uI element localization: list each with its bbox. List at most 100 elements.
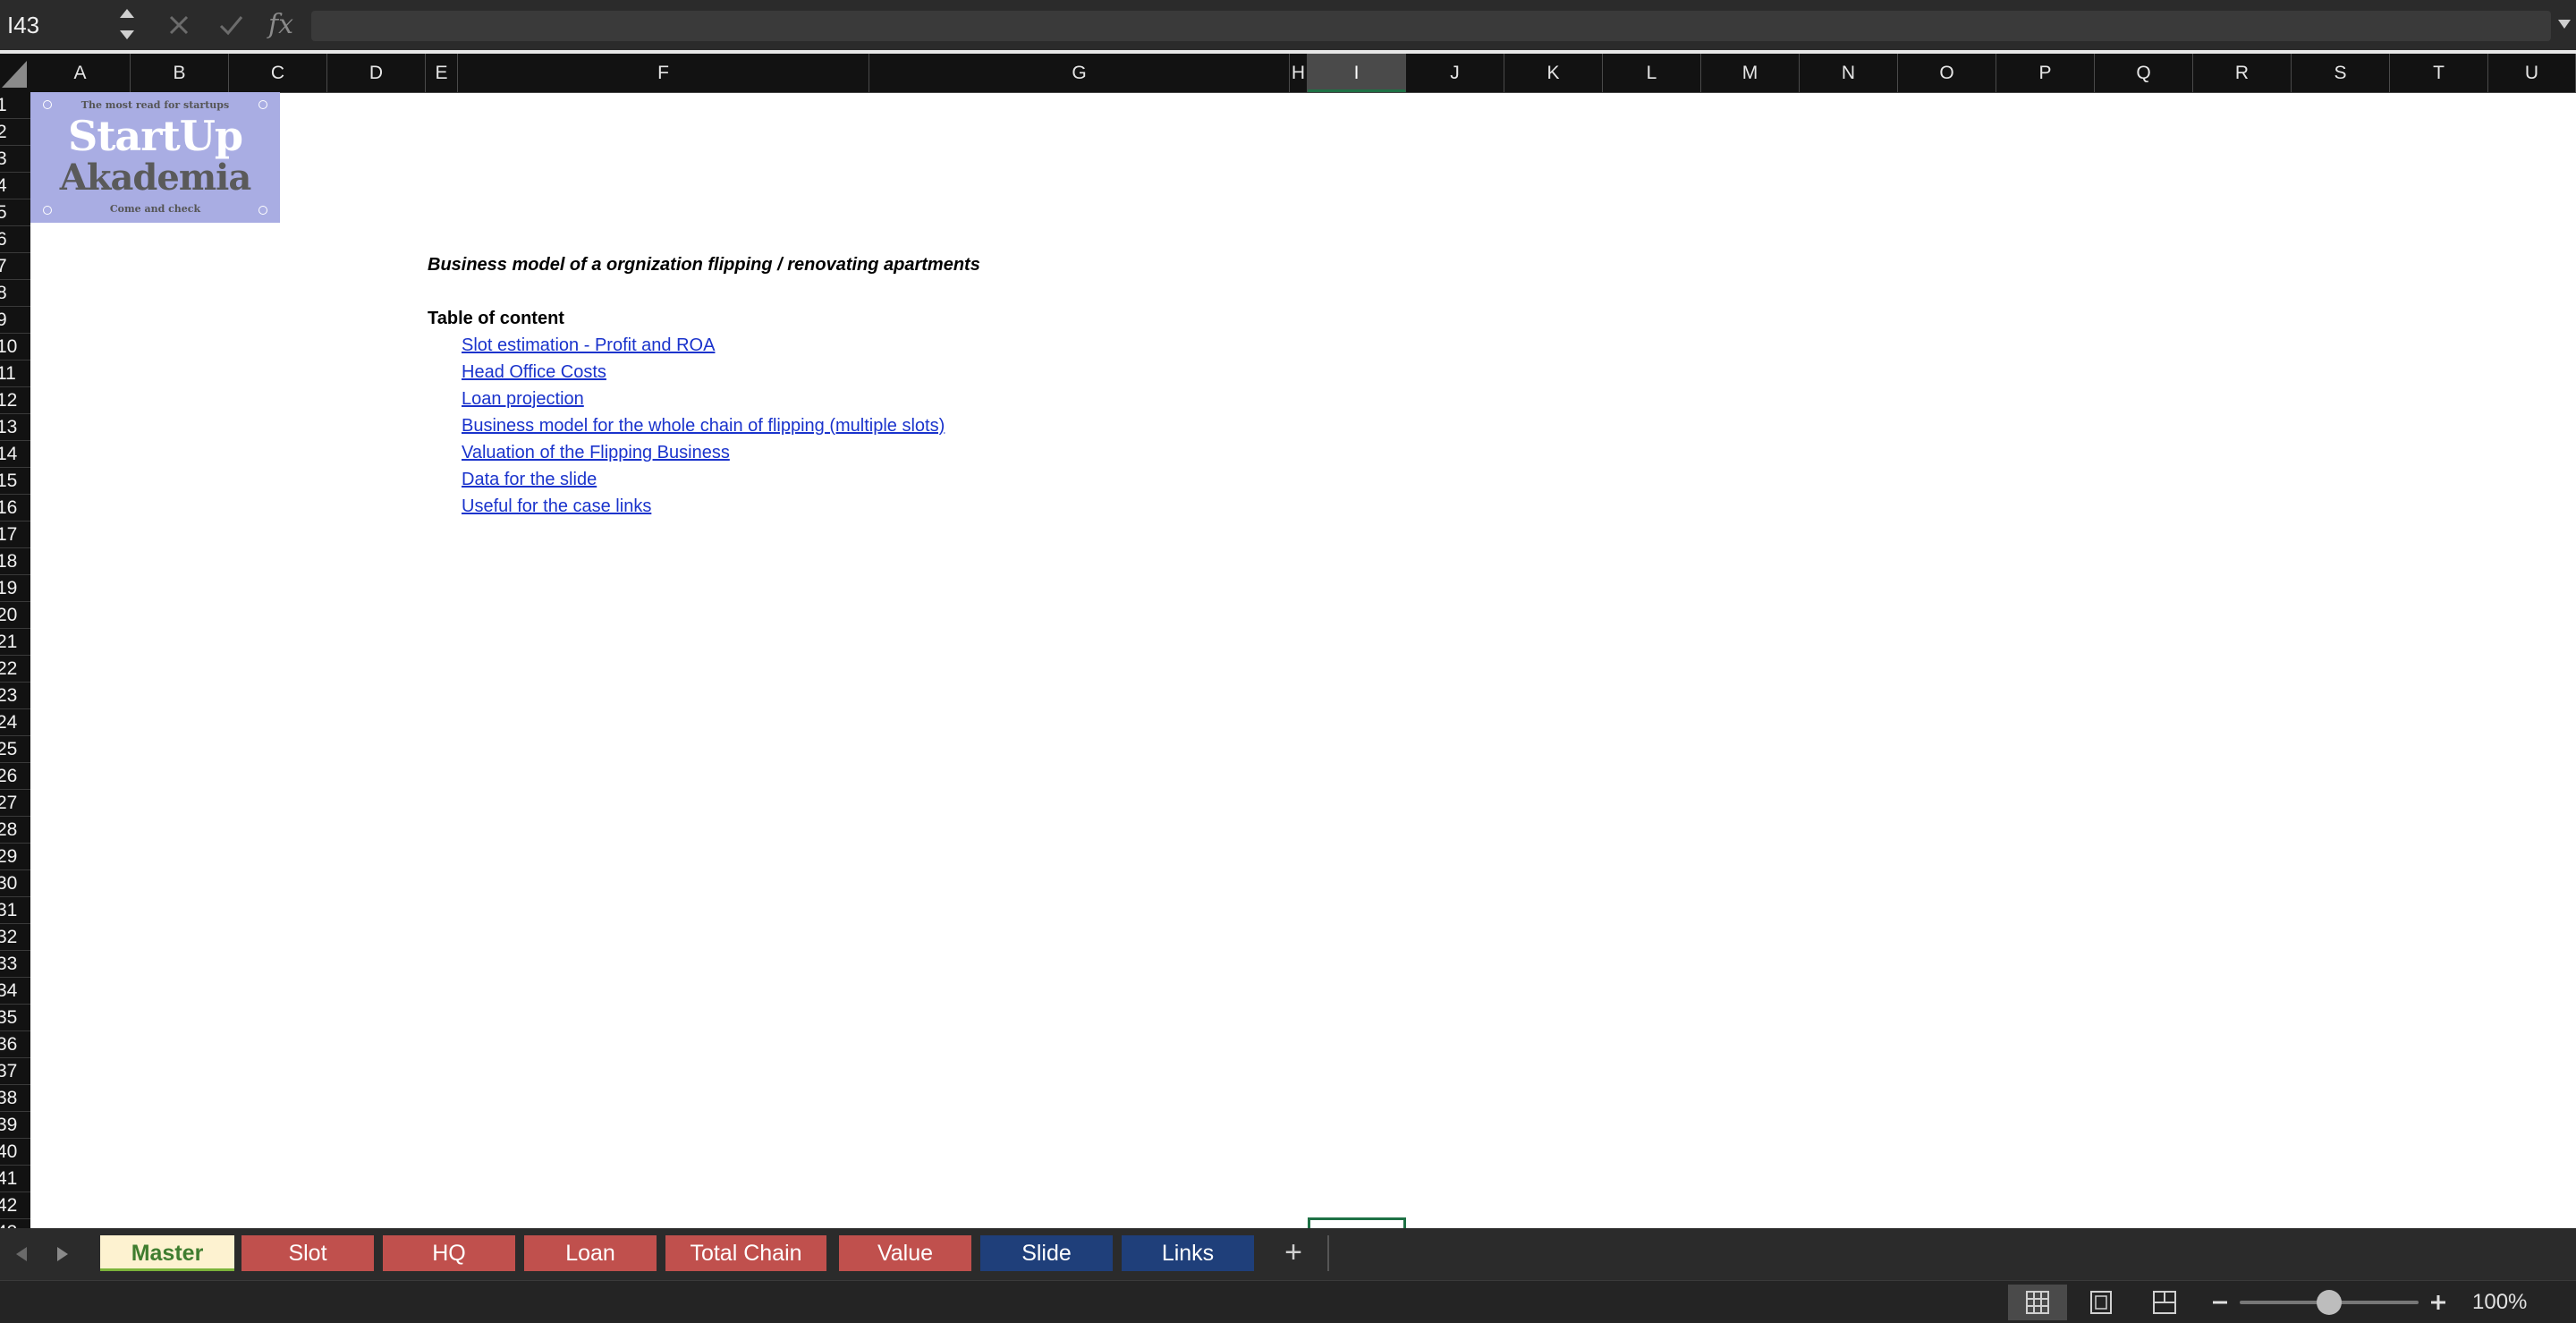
- toc-link-valuation[interactable]: Valuation of the Flipping Business: [462, 443, 730, 463]
- sheet-tab-slot[interactable]: Slot: [242, 1235, 374, 1271]
- row-header-7[interactable]: 7: [0, 253, 30, 280]
- row-header-2[interactable]: 2: [0, 119, 30, 146]
- toc-link-loan[interactable]: Loan projection: [462, 389, 584, 410]
- row-header-39[interactable]: 39: [0, 1112, 30, 1139]
- insert-function-icon[interactable]: fx: [268, 5, 304, 45]
- toc-heading[interactable]: Table of content: [428, 309, 564, 329]
- page-layout-icon[interactable]: [2072, 1285, 2131, 1320]
- row-header-18[interactable]: 18: [0, 548, 30, 575]
- expand-formula-bar-icon[interactable]: [2556, 16, 2572, 32]
- row-header-32[interactable]: 32: [0, 924, 30, 951]
- startup-akademia-logo[interactable]: The most read for startups StartUp Akade…: [30, 92, 280, 223]
- zoom-in-icon[interactable]: [2428, 1292, 2449, 1313]
- toc-link-slot[interactable]: Slot estimation - Profit and ROA: [462, 335, 715, 356]
- row-header-13[interactable]: 13: [0, 414, 30, 441]
- row-header-4[interactable]: 4: [0, 173, 30, 199]
- formula-input[interactable]: [311, 11, 2551, 41]
- sheet-tab-slide[interactable]: Slide: [980, 1235, 1113, 1271]
- row-header-9[interactable]: 9: [0, 307, 30, 334]
- row-header-10[interactable]: 10: [0, 334, 30, 360]
- row-header-41[interactable]: 41: [0, 1166, 30, 1192]
- column-header-c[interactable]: C: [229, 54, 327, 92]
- row-header-6[interactable]: 6: [0, 226, 30, 253]
- sheet-tab-loan[interactable]: Loan: [524, 1235, 657, 1271]
- sheet-tab-links[interactable]: Links: [1122, 1235, 1254, 1271]
- column-header-d[interactable]: D: [327, 54, 426, 92]
- next-sheet-icon[interactable]: [52, 1244, 72, 1264]
- row-header-16[interactable]: 16: [0, 495, 30, 522]
- row-header-37[interactable]: 37: [0, 1058, 30, 1085]
- row-header-12[interactable]: 12: [0, 387, 30, 414]
- document-title[interactable]: Business model of a orgnization flipping…: [428, 255, 980, 276]
- column-header-s[interactable]: S: [2292, 54, 2390, 92]
- row-header-27[interactable]: 27: [0, 790, 30, 817]
- row-header-22[interactable]: 22: [0, 656, 30, 683]
- row-header-34[interactable]: 34: [0, 978, 30, 1005]
- toc-link-slide-data[interactable]: Data for the slide: [462, 470, 597, 490]
- column-header-r[interactable]: R: [2193, 54, 2292, 92]
- row-header-42[interactable]: 42: [0, 1192, 30, 1219]
- row-header-8[interactable]: 8: [0, 280, 30, 307]
- row-header-29[interactable]: 29: [0, 844, 30, 870]
- column-header-m[interactable]: M: [1701, 54, 1800, 92]
- zoom-out-icon[interactable]: [2209, 1292, 2231, 1313]
- row-header-5[interactable]: 5: [0, 199, 30, 226]
- row-header-25[interactable]: 25: [0, 736, 30, 763]
- normal-view-icon[interactable]: [2008, 1285, 2067, 1320]
- sheet-tab-hq[interactable]: HQ: [383, 1235, 515, 1271]
- column-header-t[interactable]: T: [2390, 54, 2488, 92]
- toc-link-total-chain[interactable]: Business model for the whole chain of fl…: [462, 416, 945, 437]
- sheet-tab-total-chain[interactable]: Total Chain: [665, 1235, 826, 1271]
- row-header-33[interactable]: 33: [0, 951, 30, 978]
- column-header-k[interactable]: K: [1504, 54, 1603, 92]
- row-header-30[interactable]: 30: [0, 870, 30, 897]
- row-header-35[interactable]: 35: [0, 1005, 30, 1031]
- column-header-i[interactable]: I: [1308, 54, 1406, 92]
- cancel-icon[interactable]: [163, 9, 195, 41]
- row-header-28[interactable]: 28: [0, 817, 30, 844]
- row-header-3[interactable]: 3: [0, 146, 30, 173]
- row-header-14[interactable]: 14: [0, 441, 30, 468]
- row-header-20[interactable]: 20: [0, 602, 30, 629]
- row-header-15[interactable]: 15: [0, 468, 30, 495]
- column-header-b[interactable]: B: [131, 54, 229, 92]
- previous-sheet-icon[interactable]: [13, 1244, 32, 1264]
- row-header-17[interactable]: 17: [0, 522, 30, 548]
- enter-check-icon[interactable]: [215, 9, 247, 41]
- row-header-31[interactable]: 31: [0, 897, 30, 924]
- column-header-e[interactable]: E: [426, 54, 458, 92]
- row-header-38[interactable]: 38: [0, 1085, 30, 1112]
- page-break-preview-icon[interactable]: [2135, 1285, 2194, 1320]
- name-box-stepper-icon[interactable]: [114, 4, 140, 45]
- column-header-h[interactable]: H: [1290, 54, 1308, 92]
- sheet-tab-value[interactable]: Value: [839, 1235, 971, 1271]
- zoom-slider-thumb[interactable]: [2317, 1290, 2342, 1315]
- zoom-level[interactable]: 100%: [2472, 1281, 2527, 1323]
- column-header-l[interactable]: L: [1603, 54, 1701, 92]
- row-header-26[interactable]: 26: [0, 763, 30, 790]
- column-header-p[interactable]: P: [1996, 54, 2095, 92]
- row-header-23[interactable]: 23: [0, 683, 30, 709]
- column-header-o[interactable]: O: [1898, 54, 1996, 92]
- row-header-24[interactable]: 24: [0, 709, 30, 736]
- row-header-36[interactable]: 36: [0, 1031, 30, 1058]
- column-header-q[interactable]: Q: [2095, 54, 2193, 92]
- column-header-a[interactable]: A: [30, 54, 131, 92]
- select-all-corner[interactable]: [0, 54, 30, 92]
- row-header-19[interactable]: 19: [0, 575, 30, 602]
- row-header-1[interactable]: 1: [0, 92, 30, 119]
- row-header-40[interactable]: 40: [0, 1139, 30, 1166]
- column-header-f[interactable]: F: [458, 54, 869, 92]
- column-header-g[interactable]: G: [869, 54, 1290, 92]
- row-header-21[interactable]: 21: [0, 629, 30, 656]
- toc-link-case-links[interactable]: Useful for the case links: [462, 496, 651, 517]
- column-header-n[interactable]: N: [1800, 54, 1898, 92]
- toc-link-head-office[interactable]: Head Office Costs: [462, 362, 606, 383]
- row-header-43[interactable]: 43: [0, 1219, 30, 1228]
- active-cell-i43[interactable]: [1308, 1217, 1406, 1228]
- add-sheet-button[interactable]: +: [1259, 1235, 1329, 1271]
- sheet-tab-master[interactable]: Master: [100, 1235, 234, 1271]
- column-header-u[interactable]: U: [2488, 54, 2576, 92]
- column-header-j[interactable]: J: [1406, 54, 1504, 92]
- row-header-11[interactable]: 11: [0, 360, 30, 387]
